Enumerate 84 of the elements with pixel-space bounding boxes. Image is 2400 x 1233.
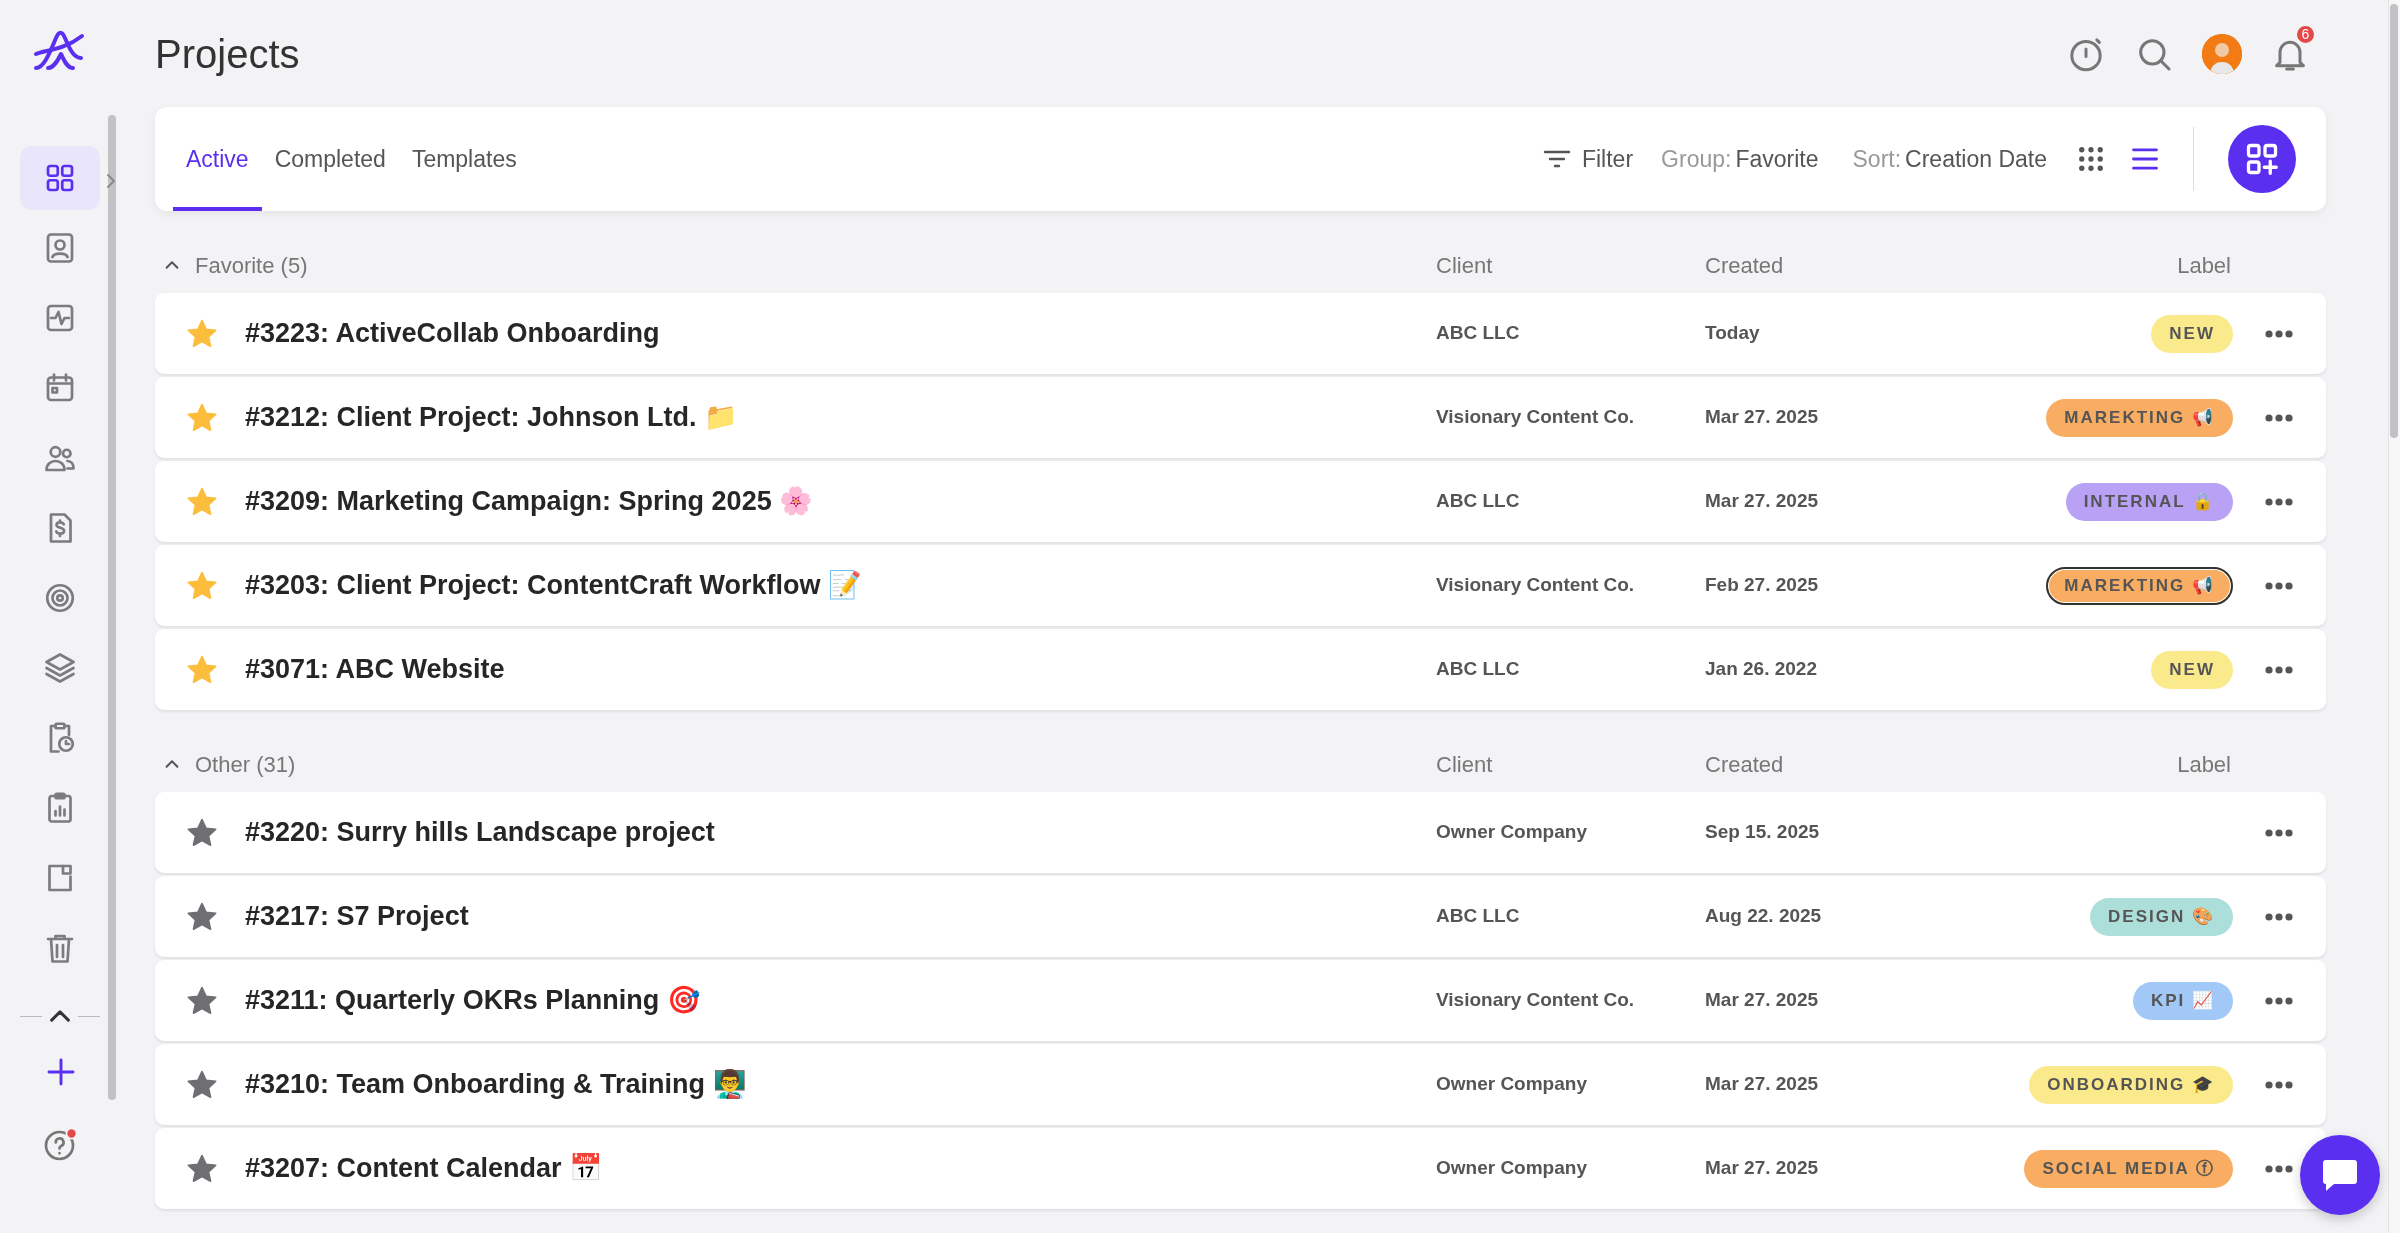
client-name: Owner Company [1436, 820, 1588, 845]
client-name: ABC LLC [1436, 321, 1521, 346]
project-title: #3220: Surry hills Landscape project [245, 816, 716, 850]
project-title: #3217: S7 Project [245, 900, 470, 934]
client-name: Visionary Content Co. [1436, 573, 1636, 598]
avatar[interactable] [2202, 33, 2242, 74]
scrollbar[interactable] [108, 115, 116, 1100]
client-name: Owner Company [1436, 1156, 1588, 1181]
project-title: #3203: Client Project: ContentCraft Workflow 📝 [245, 569, 864, 603]
project-row[interactable]: #3217: S7 Project ABC LLC Aug 22. 2025 DESIGN 🎨 [155, 876, 2326, 957]
more-icon[interactable] [2264, 664, 2294, 675]
created-date: Mar 27. 2025 [1705, 405, 1820, 430]
project-row[interactable]: #3207: Content Calendar 📅 Owner Company Mar 27. 2025 SOCIAL MEDIA ⓕ [155, 1128, 2326, 1209]
project-row[interactable]: #3223: ActiveCollab Onboarding ABC LLC Today NEW [155, 293, 2326, 374]
group-toggle[interactable]: Other (31) [163, 747, 1436, 781]
label-tag[interactable]: MAREKTING 📢 [2046, 566, 2233, 605]
tab[interactable]: Active [173, 107, 262, 211]
created-date: Mar 27. 2025 [1705, 1072, 1820, 1097]
sort-dropdown[interactable]: Sort: Creation Date [1852, 141, 2047, 177]
created-date: Mar 27. 2025 [1705, 489, 1820, 514]
more-icon[interactable] [2264, 995, 2294, 1006]
more-icon[interactable] [2264, 496, 2294, 507]
project-title: #3212: Client Project: Johnson Ltd. 📁 [245, 401, 740, 435]
client-name: Owner Company [1436, 1072, 1588, 1097]
label-tag[interactable]: KPI 📈 [2132, 981, 2233, 1020]
created-date: Mar 27. 2025 [1705, 1156, 1820, 1181]
project-title: #3209: Marketing Campaign: Spring 2025 🌸 [245, 485, 815, 519]
column-header: Label [2177, 251, 2231, 280]
created-date: Aug 22. 2025 [1705, 904, 1823, 929]
project-title: #3223: ActiveCollab Onboarding [245, 317, 661, 351]
project-row[interactable]: #3210: Team Onboarding & Training 👨‍🏫 Owner Company Mar 27. 2025 ONBOARDING 🎓 [155, 1044, 2326, 1125]
chevron-up-icon [50, 1010, 70, 1022]
tab[interactable]: Templates [398, 107, 530, 211]
column-header: Client [1436, 750, 1494, 779]
chat-button[interactable] [2300, 1135, 2380, 1215]
project-title: #3211: Quarterly OKRs Planning 🎯 [245, 984, 702, 1018]
label-tag[interactable]: NEW [2151, 650, 2233, 689]
created-date: Sep 15. 2025 [1705, 820, 1821, 845]
more-icon[interactable] [2264, 1163, 2294, 1174]
column-header: Created [1705, 251, 1785, 280]
client-name: Visionary Content Co. [1436, 405, 1636, 430]
sidebar-item[interactable] [20, 146, 100, 210]
created-date: Mar 27. 2025 [1705, 988, 1820, 1013]
label-tag[interactable]: NEW [2151, 314, 2233, 353]
scrollbar[interactable] [2390, 4, 2398, 438]
label-tag[interactable]: MAREKTING 📢 [2046, 398, 2233, 437]
column-header: Created [1705, 750, 1785, 779]
client-name: ABC LLC [1436, 657, 1521, 682]
project-row[interactable]: #3071: ABC Website ABC LLC Jan 26. 2022 NEW [155, 629, 2326, 710]
client-name: Visionary Content Co. [1436, 988, 1636, 1013]
project-row[interactable]: #3203: Client Project: ContentCraft Workflow 📝 Visionary Content Co. Feb 27. 2025 MAREKTING 📢 [155, 545, 2326, 626]
project-title: #3207: Content Calendar 📅 [245, 1152, 605, 1186]
client-name: ABC LLC [1436, 904, 1521, 929]
project-row[interactable]: #3209: Marketing Campaign: Spring 2025 🌸 ABC LLC Mar 27. 2025 INTERNAL 🔒 [155, 461, 2326, 542]
label-tag[interactable]: ONBOARDING 🎓 [2029, 1065, 2233, 1104]
client-name: ABC LLC [1436, 489, 1521, 514]
created-date: Jan 26. 2022 [1705, 657, 1818, 682]
more-icon[interactable] [2264, 911, 2294, 922]
layers-icon [42, 650, 78, 686]
plus-icon [45, 1056, 77, 1088]
column-header: Label [2177, 750, 2231, 779]
column-header: Client [1436, 251, 1494, 280]
more-icon[interactable] [2264, 827, 2294, 838]
more-icon[interactable] [2264, 1079, 2294, 1090]
project-row[interactable]: #3220: Surry hills Landscape project Owner Company Sep 15. 2025 [155, 792, 2326, 873]
more-icon[interactable] [2264, 580, 2294, 591]
filter-button[interactable]: Filter [1541, 141, 1634, 177]
label-tag[interactable]: DESIGN 🎨 [2090, 897, 2233, 936]
project-row[interactable]: #3212: Client Project: Johnson Ltd. 📁 Visionary Content Co. Mar 27. 2025 MAREKTING 📢 [155, 377, 2326, 458]
project-title: #3071: ABC Website [245, 653, 506, 687]
add-grid-icon [2244, 141, 2280, 177]
project-title: #3210: Team Onboarding & Training 👨‍🏫 [245, 1068, 748, 1102]
help-icon[interactable] [43, 1126, 79, 1162]
created-date: Feb 27. 2025 [1705, 573, 1820, 598]
group-by-dropdown[interactable]: Group: Favorite [1661, 141, 1819, 177]
page-title: Projects [155, 30, 300, 78]
tab[interactable]: Completed [261, 107, 399, 211]
project-row[interactable]: #3211: Quarterly OKRs Planning 🎯 Visionary Content Co. Mar 27. 2025 KPI 📈 [155, 960, 2326, 1041]
more-icon[interactable] [2264, 328, 2294, 339]
notification-badge: 6 [2295, 23, 2316, 45]
created-date: Today [1705, 321, 1761, 346]
label-tag[interactable]: SOCIAL MEDIA ⓕ [2024, 1149, 2233, 1188]
group-toggle[interactable]: Favorite (5) [163, 248, 1436, 282]
more-icon[interactable] [2264, 412, 2294, 423]
